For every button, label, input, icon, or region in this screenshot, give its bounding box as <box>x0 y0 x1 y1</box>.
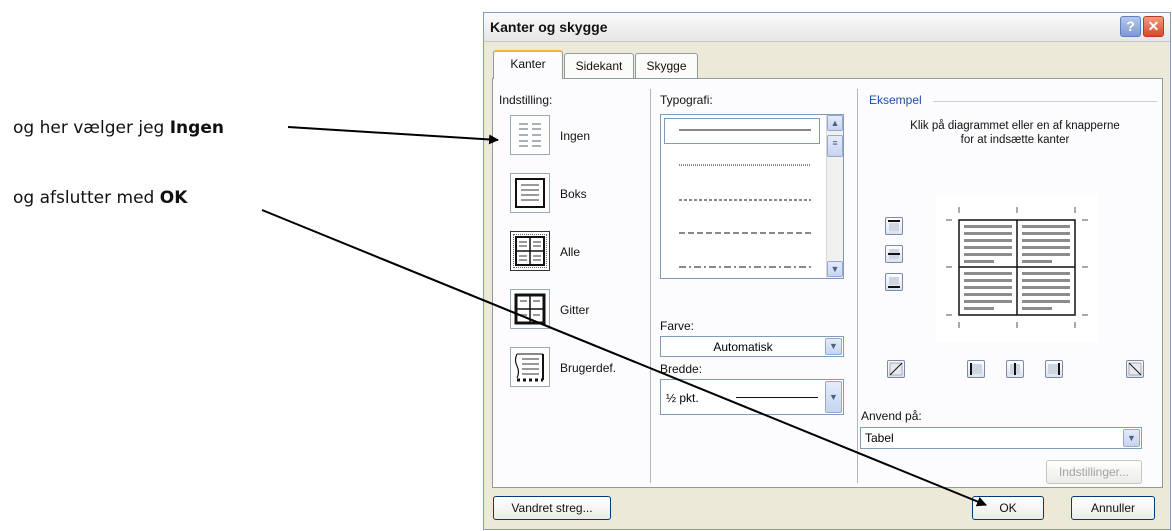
width-select[interactable]: ½ pkt. ▼ <box>660 379 844 415</box>
width-sample-line <box>736 397 818 398</box>
help-button[interactable]: ? <box>1120 16 1141 37</box>
options-button[interactable]: Indstillinger... <box>1046 460 1142 484</box>
width-value: ½ pkt. <box>666 391 699 405</box>
chevron-down-icon[interactable]: ▼ <box>825 381 842 413</box>
diagonal-down-button[interactable] <box>1126 360 1144 378</box>
scroll-up-button[interactable]: ▲ <box>827 115 843 131</box>
setting-custom-label: Brugerdef. <box>560 361 617 375</box>
annotation-ingen: og her vælger jeg Ingen <box>13 118 224 138</box>
dialog-title: Kanter og skygge <box>490 19 608 35</box>
horizontal-line-button[interactable]: Vandret streg... <box>493 496 611 520</box>
border-grid-icon <box>514 293 546 325</box>
border-inside-vertical-icon <box>1010 363 1020 375</box>
chevron-down-icon[interactable]: ▼ <box>1123 429 1140 447</box>
preview-heading: Eksempel <box>869 93 922 107</box>
apply-to-select[interactable]: Tabel ▼ <box>860 427 1142 449</box>
setting-box-label: Boks <box>560 187 587 201</box>
preview-instructions: Klik på diagrammet eller en af knapperne… <box>910 120 1120 146</box>
separator-right <box>857 89 858 483</box>
style-heading: Typografi: <box>660 93 713 107</box>
border-none-icon <box>519 123 541 147</box>
border-inside-horizontal-icon <box>888 249 900 259</box>
border-middle-v-button[interactable] <box>1006 360 1024 378</box>
border-bottom-icon <box>888 277 900 288</box>
border-left-button[interactable] <box>967 360 985 378</box>
border-custom-icon <box>514 353 544 382</box>
border-right-button[interactable] <box>1045 360 1063 378</box>
border-bottom-button[interactable] <box>885 273 903 291</box>
apply-to-label: Anvend på: <box>861 409 922 423</box>
ok-button[interactable]: OK <box>972 496 1044 520</box>
diagonal-down-icon <box>1128 362 1142 376</box>
border-top-icon <box>888 220 900 231</box>
preview-heading-rule <box>933 101 1157 102</box>
border-all-icon <box>515 236 545 266</box>
cancel-button[interactable]: Annuller <box>1071 496 1155 520</box>
setting-grid-label: Gitter <box>560 303 590 317</box>
apply-to-value: Tabel <box>865 431 894 445</box>
color-value: Automatisk <box>713 340 773 354</box>
diagonal-up-button[interactable] <box>887 360 905 378</box>
setting-all-label: Alle <box>560 245 581 259</box>
style-scrollbar[interactable]: ▲ ≡ ▼ <box>826 115 843 278</box>
chevron-down-icon[interactable]: ▼ <box>825 338 842 355</box>
borders-dialog: Kanter og skygge ? ✕ Kanter Sidekant Sky… <box>483 12 1171 530</box>
separator-left <box>650 89 651 483</box>
setting-heading: Indstilling: <box>499 93 553 107</box>
scroll-thumb[interactable]: ≡ <box>827 135 843 157</box>
border-top-button[interactable] <box>885 217 903 235</box>
style-listbox[interactable]: ▲ ≡ ▼ <box>660 114 844 279</box>
diagonal-up-icon <box>889 362 903 376</box>
setting-none-label: Ingen <box>560 129 591 143</box>
color-label: Farve: <box>660 319 695 333</box>
arrow-to-ingen <box>287 126 499 145</box>
setting-box-button[interactable] <box>510 173 550 213</box>
style-options-svg[interactable] <box>661 115 824 275</box>
tab-panel: Indstilling: Ingen Boks Alle Gitter Brug… <box>492 78 1163 488</box>
setting-all-button[interactable] <box>510 231 550 271</box>
preview-canvas[interactable] <box>936 195 1098 342</box>
scroll-down-button[interactable]: ▼ <box>827 261 843 277</box>
preview-table-svg[interactable] <box>936 195 1098 342</box>
border-middle-h-button[interactable] <box>885 245 903 263</box>
title-bar[interactable]: Kanter og skygge ? ✕ <box>484 13 1170 42</box>
tab-kanter[interactable]: Kanter <box>493 50 563 79</box>
setting-custom-button[interactable] <box>510 347 550 387</box>
setting-grid-button[interactable] <box>510 289 550 329</box>
setting-none-button[interactable] <box>510 115 550 155</box>
color-select[interactable]: Automatisk ▼ <box>660 336 844 357</box>
tab-sidekant[interactable]: Sidekant <box>564 53 634 78</box>
close-button[interactable]: ✕ <box>1143 16 1164 37</box>
border-right-icon <box>1048 363 1060 375</box>
width-label: Bredde: <box>660 362 703 376</box>
border-left-icon <box>970 363 982 375</box>
border-box-icon <box>515 178 545 208</box>
tab-skygge[interactable]: Skygge <box>635 53 698 78</box>
annotation-ok: og afslutter med OK <box>13 188 188 208</box>
